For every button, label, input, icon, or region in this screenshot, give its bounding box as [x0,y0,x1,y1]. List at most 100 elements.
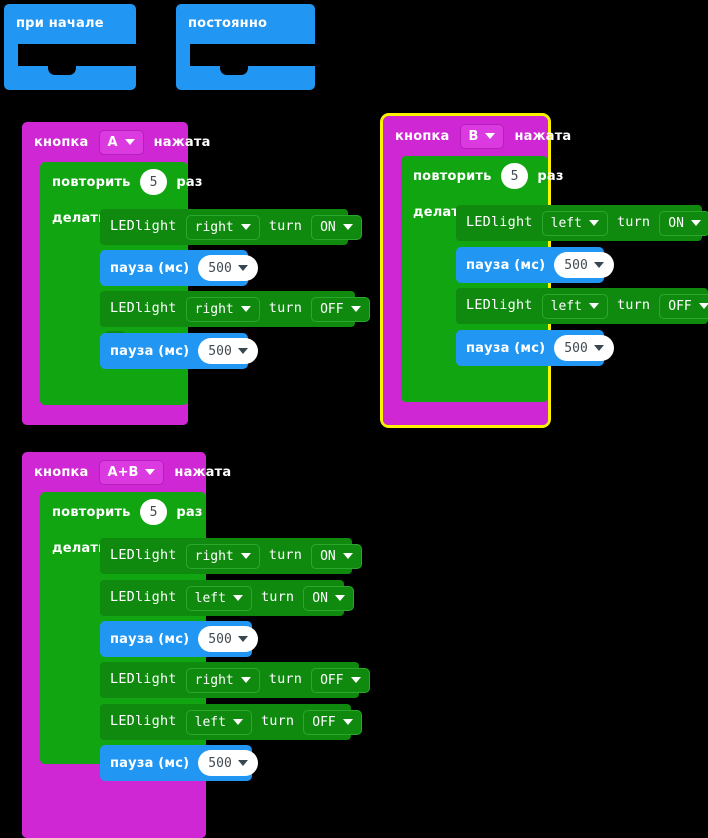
led-a-off-state-dropdown[interactable]: OFF [311,296,370,322]
button-a-header: кнопка A нажата [22,122,210,162]
forever-label: постоянно [188,16,268,31]
block-forever[interactable]: постоянно [176,4,355,90]
led-a-off-state-value: OFF [320,301,344,317]
button-ab-header: кнопка A+B нажата [22,452,231,492]
stmt-led-ab-right-on[interactable]: LEDlight right turn ON [100,538,362,574]
led-ab-5-state-value: OFF [312,714,336,730]
stmt-pause-b-1[interactable]: пауза (мс) 500 [456,247,614,283]
repeat-ab-count-field[interactable]: 5 [139,499,168,525]
pause-b-1-name: пауза (мс) [466,257,546,273]
led-a-off-name: LEDlight [110,300,177,317]
repeat-ab-do-label: делать [52,541,107,556]
led-ab-5-side-dropdown[interactable]: left [185,709,252,735]
pause-b-1-value: 500 [564,257,588,273]
pause-b-2-value-field[interactable]: 500 [554,335,614,361]
pause-ab-2-value: 500 [208,755,232,771]
repeat-ab-suffix-label: раз [176,504,203,520]
block-on-start[interactable]: при начале [4,4,176,90]
led-a-on-mid-label: turn [268,218,303,235]
led-b-on-name: LEDlight [466,214,533,231]
repeat-a-suffix-label: раз [176,174,203,190]
led-ab-4-state-value: OFF [320,672,344,688]
button-a-prefix-label: кнопка [34,134,89,150]
pause-a-2-value: 500 [208,343,232,359]
on-start-slot-overflow [136,44,176,66]
stmt-led-ab-left-on[interactable]: LEDlight left turn ON [100,580,354,616]
led-ab-5-name: LEDlight [110,713,177,730]
pause-ab-2-value-field[interactable]: 500 [198,750,258,776]
chevron-down-icon [237,636,248,642]
button-ab-selector-dropdown[interactable]: A+B [98,459,165,485]
led-b-on-state-dropdown[interactable]: ON [659,210,708,236]
led-b-off-state-dropdown[interactable]: OFF [659,293,708,319]
led-ab-4-side-dropdown[interactable]: right [185,667,260,693]
chevron-down-icon [237,760,248,766]
pause-a-1-value-field[interactable]: 500 [198,255,258,281]
led-a-on-state-dropdown[interactable]: ON [311,214,362,240]
stmt-led-b-off[interactable]: LEDlight left turn OFF [456,288,708,324]
button-b-footer [383,402,548,425]
button-a-footer [22,405,188,425]
stmt-pause-b-2[interactable]: пауза (мс) 500 [456,330,614,366]
led-ab-1-mid-label: turn [268,547,303,564]
repeat-a-footer [40,379,188,405]
pause-a-1-name: пауза (мс) [110,260,190,276]
stmt-led-a-off[interactable]: LEDlight right turn OFF [100,291,370,327]
led-b-off-name: LEDlight [466,297,533,314]
chevron-down-icon [342,224,353,230]
stmt-led-a-on[interactable]: LEDlight right turn ON [100,209,362,245]
pause-ab-1-value-field[interactable]: 500 [198,626,258,652]
led-ab-1-side-dropdown[interactable]: right [185,543,260,569]
chevron-down-icon [588,303,599,309]
chevron-down-icon [237,348,248,354]
chevron-down-icon [593,262,604,268]
button-ab-suffix-label: нажата [174,464,232,480]
stmt-pause-a-1[interactable]: пауза (мс) 500 [100,250,258,286]
led-ab-1-name: LEDlight [110,547,177,564]
led-ab-2-mid-label: turn [260,589,295,606]
led-ab-4-side-value: right [194,672,234,688]
led-b-off-side-dropdown[interactable]: left [541,293,608,319]
button-ab-selector-value: A+B [107,464,139,480]
chevron-down-icon [334,595,345,601]
on-start-empty-slot[interactable] [18,44,136,75]
chevron-down-icon [240,224,251,230]
stmt-pause-ab-1[interactable]: пауза (мс) 500 [100,621,258,657]
led-a-on-state-value: ON [320,219,336,235]
button-b-selector-dropdown[interactable]: B [459,123,505,149]
stmt-led-ab-right-off[interactable]: LEDlight right turn OFF [100,662,370,698]
repeat-a-count-field[interactable]: 5 [139,169,168,195]
led-b-on-side-dropdown[interactable]: left [541,210,608,236]
stmt-pause-ab-2[interactable]: пауза (мс) 500 [100,745,258,781]
blocks-workspace[interactable]: при начале постоянно кнопка A нажата пов… [0,0,708,838]
chevron-down-icon [690,220,701,226]
led-a-on-side-value: right [194,219,234,235]
led-b-off-mid-label: turn [616,297,651,314]
on-start-label: при начале [16,16,104,31]
pause-ab-1-value: 500 [208,631,232,647]
pause-b-1-value-field[interactable]: 500 [554,252,614,278]
stmt-pause-a-2[interactable]: пауза (мс) 500 [100,333,258,369]
led-ab-2-state-value: ON [312,590,328,606]
led-ab-5-state-dropdown[interactable]: OFF [303,709,362,735]
led-ab-4-state-dropdown[interactable]: OFF [311,667,370,693]
led-ab-1-state-dropdown[interactable]: ON [311,543,362,569]
stmt-led-b-on[interactable]: LEDlight left turn ON [456,205,708,241]
led-ab-5-side-value: left [194,714,226,730]
stmt-led-ab-left-off[interactable]: LEDlight left turn OFF [100,704,362,740]
led-ab-2-side-dropdown[interactable]: left [185,585,252,611]
repeat-b-count-field[interactable]: 5 [500,163,529,189]
led-ab-2-state-dropdown[interactable]: ON [303,585,354,611]
button-b-prefix-label: кнопка [395,128,450,144]
chevron-down-icon [240,306,251,312]
forever-empty-slot[interactable] [190,44,315,75]
pause-a-2-value-field[interactable]: 500 [198,338,258,364]
led-a-on-side-dropdown[interactable]: right [185,214,260,240]
led-ab-2-name: LEDlight [110,589,177,606]
led-a-off-side-dropdown[interactable]: right [185,296,260,322]
button-a-selector-value: A [107,134,118,150]
pause-b-2-value: 500 [564,340,588,356]
repeat-ab-header: повторить 5 раз [40,492,206,532]
button-b-header: кнопка B нажата [383,116,571,156]
button-a-selector-dropdown[interactable]: A [98,129,144,155]
